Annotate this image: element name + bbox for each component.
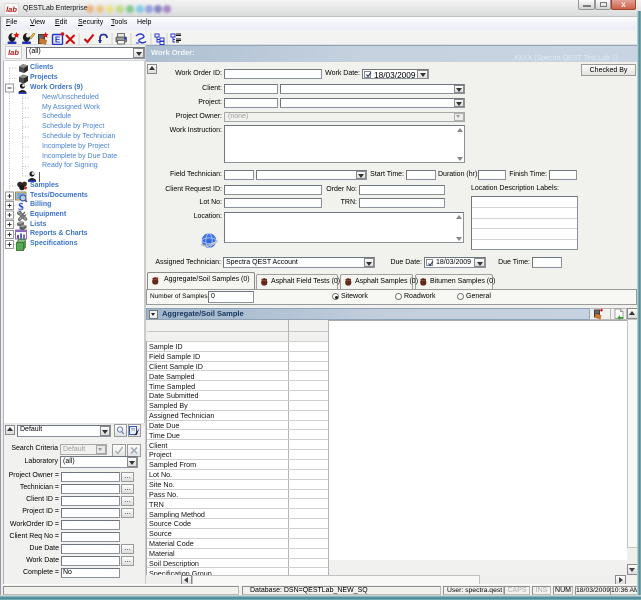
svg-text:E: E: [55, 36, 61, 45]
